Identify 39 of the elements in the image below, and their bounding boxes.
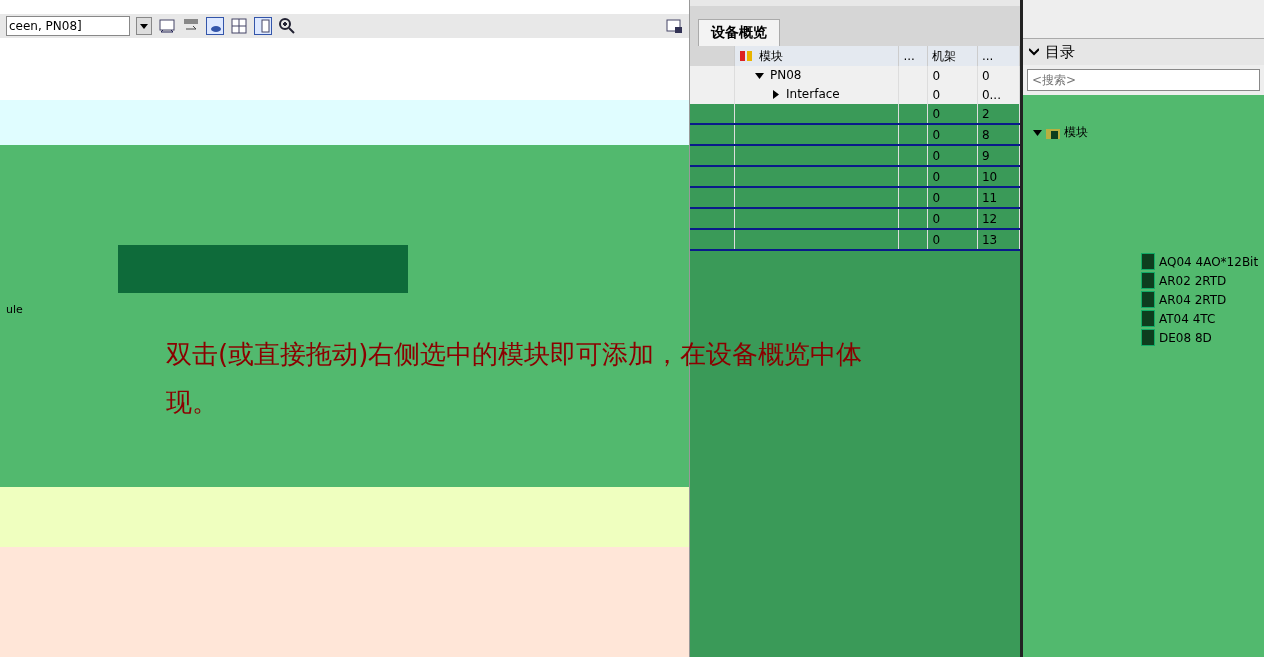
panel-icon[interactable] — [254, 17, 272, 35]
module-name: Interface — [786, 87, 840, 102]
catalog-item[interactable]: DE08 8D — [1023, 328, 1264, 347]
lock-icon[interactable] — [665, 17, 683, 35]
slot-cell: 2 — [977, 104, 1020, 124]
column-header: ... — [977, 46, 1020, 66]
module-icon — [1141, 272, 1155, 289]
zoom-in-icon[interactable] — [278, 17, 296, 35]
module-name: PN08 — [770, 68, 802, 83]
catalog-title: 目录 — [1045, 42, 1075, 62]
search-field[interactable]: <搜索> — [1027, 69, 1260, 91]
module-icon — [1141, 253, 1155, 270]
chevron-icon[interactable] — [1029, 48, 1039, 56]
rack-cell: 0 — [927, 85, 978, 104]
catalog-item[interactable]: AR02 2RTD — [1023, 271, 1264, 290]
rack-cell: 0 — [927, 66, 978, 85]
column-header: 机架 — [927, 46, 978, 66]
module-icon — [1141, 329, 1155, 346]
slot-cell: 0... — [977, 85, 1020, 104]
module-icon — [739, 49, 755, 63]
folder-icon — [1046, 126, 1060, 139]
device-overview-tab[interactable]: 设备概览 — [698, 19, 780, 46]
table-icon[interactable] — [230, 17, 248, 35]
catalog-folder[interactable]: 模块 — [1064, 124, 1088, 141]
slot-cell: 0 — [977, 66, 1020, 85]
catalog-item[interactable]: AQ04 4AO*12Bit — [1023, 252, 1264, 271]
module-icon — [1141, 310, 1155, 327]
expanded-triangle-icon[interactable] — [755, 70, 764, 80]
module-label: ule — [6, 303, 24, 316]
eye-icon[interactable] — [206, 17, 224, 35]
collapsed-triangle-icon[interactable] — [771, 89, 780, 99]
module-icon — [1141, 291, 1155, 308]
device-dropdown[interactable]: ceen, PN08] — [6, 16, 130, 36]
catalog-item[interactable]: AT04 4TC — [1023, 309, 1264, 328]
expanded-triangle-icon[interactable] — [1033, 128, 1042, 137]
column-header: 模块 — [734, 46, 899, 66]
column-header: ... — [898, 46, 928, 66]
rack-cell: 0 — [927, 104, 978, 124]
catalog-item[interactable]: AR04 2RTD — [1023, 290, 1264, 309]
